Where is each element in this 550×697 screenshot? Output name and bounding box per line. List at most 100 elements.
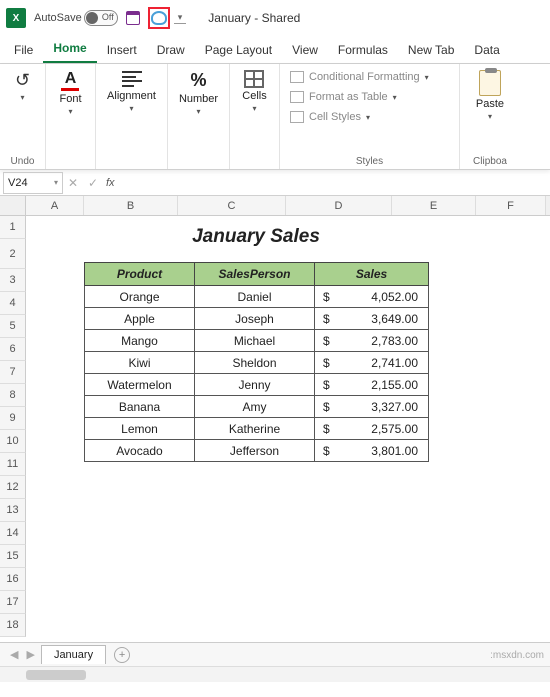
fx-label[interactable]: fx [103,177,115,189]
save-button[interactable] [122,7,144,29]
cell-salesperson[interactable]: Jefferson [195,440,315,462]
cell-product[interactable]: Banana [85,396,195,418]
cell-product[interactable]: Watermelon [85,374,195,396]
cell-salesperson[interactable]: Sheldon [195,352,315,374]
col-header-f[interactable]: F [476,196,546,215]
cell-salesperson[interactable]: Jenny [195,374,315,396]
row-header[interactable]: 14 [0,522,26,545]
row-header[interactable]: 9 [0,407,26,430]
col-header-e[interactable]: E [392,196,476,215]
table-row[interactable]: LemonKatherine2,575.00 [85,418,429,440]
tab-data[interactable]: Data [464,38,509,63]
row-header[interactable]: 12 [0,476,26,499]
cancel-formula-button[interactable]: ✕ [63,176,83,190]
tab-formulas[interactable]: Formulas [328,38,398,63]
cell-salesperson[interactable]: Michael [195,330,315,352]
cell-salesperson[interactable]: Katherine [195,418,315,440]
cell-salesperson[interactable]: Amy [195,396,315,418]
cell-product[interactable]: Orange [85,286,195,308]
row-header[interactable]: 18 [0,614,26,637]
cell-sales[interactable]: 3,801.00 [315,440,429,462]
select-all-corner[interactable] [0,196,26,215]
cell-product[interactable]: Kiwi [85,352,195,374]
col-header-c[interactable]: C [178,196,286,215]
cell-product[interactable]: Apple [85,308,195,330]
sheet-tab-january[interactable]: January [41,645,106,664]
ribbon: ↺▾ Undo AFont▾ Alignment▾ %Number▾ Cells… [0,64,550,170]
cell-product[interactable]: Lemon [85,418,195,440]
tab-draw[interactable]: Draw [147,38,195,63]
col-header-d[interactable]: D [286,196,392,215]
table-row[interactable]: WatermelonJenny2,155.00 [85,374,429,396]
table-row[interactable]: BananaAmy3,327.00 [85,396,429,418]
title-bar: X AutoSave Off ▾ January - Shared [0,0,550,36]
row-header[interactable]: 4 [0,292,26,315]
tab-insert[interactable]: Insert [97,38,147,63]
row-header[interactable]: 8 [0,384,26,407]
cell-salesperson[interactable]: Joseph [195,308,315,330]
cell-sales[interactable]: 4,052.00 [315,286,429,308]
add-sheet-button[interactable]: + [114,647,130,663]
th-sales[interactable]: Sales [315,263,429,286]
th-product[interactable]: Product [85,263,195,286]
horizontal-scrollbar[interactable] [0,666,550,682]
row-header[interactable]: 6 [0,338,26,361]
row-header[interactable]: 2 [0,239,26,269]
column-headers: A B C D E F [0,196,550,216]
cell-sales[interactable]: 2,155.00 [315,374,429,396]
watermark: :msxdn.com [490,650,544,661]
cell-sales[interactable]: 2,575.00 [315,418,429,440]
cell-styles-button[interactable]: Cell Styles▾ [286,108,374,126]
table-row[interactable]: AvocadoJefferson3,801.00 [85,440,429,462]
th-salesperson[interactable]: SalesPerson [195,263,315,286]
sheet-nav-next[interactable]: ▶ [22,648,38,661]
cells-area[interactable]: January Sales Product SalesPerson Sales … [26,216,550,637]
table-row[interactable]: AppleJoseph3,649.00 [85,308,429,330]
row-header[interactable]: 5 [0,315,26,338]
qat-customize-dropdown[interactable]: ▾ [174,12,187,24]
tab-new-tab[interactable]: New Tab [398,38,464,63]
alignment-icon [122,70,142,88]
cell-sales[interactable]: 3,327.00 [315,396,429,418]
conditional-formatting-button[interactable]: Conditional Formatting▾ [286,68,433,86]
row-header[interactable]: 17 [0,591,26,614]
table-row[interactable]: KiwiSheldon2,741.00 [85,352,429,374]
tab-home[interactable]: Home [43,36,96,63]
cell-salesperson[interactable]: Daniel [195,286,315,308]
row-header[interactable]: 7 [0,361,26,384]
onedrive-sync-button[interactable] [148,7,170,29]
format-as-table-button[interactable]: Format as Table▾ [286,88,401,106]
worksheet-area[interactable]: A B C D E F 1 2 3 4 5 6 7 8 9 10 11 12 1… [0,196,550,642]
col-header-b[interactable]: B [84,196,178,215]
row-header[interactable]: 15 [0,545,26,568]
percent-icon: % [190,70,206,91]
col-header-a[interactable]: A [26,196,84,215]
row-header[interactable]: 11 [0,453,26,476]
tab-page-layout[interactable]: Page Layout [195,38,282,63]
number-button[interactable]: %Number▾ [173,68,224,118]
name-box[interactable]: V24▾ [3,172,63,194]
enter-formula-button[interactable]: ✓ [83,176,103,190]
row-header[interactable]: 10 [0,430,26,453]
cell-product[interactable]: Avocado [85,440,195,462]
table-row[interactable]: OrangeDaniel4,052.00 [85,286,429,308]
undo-button[interactable]: ↺▾ [9,68,36,104]
cell-product[interactable]: Mango [85,330,195,352]
cells-button[interactable]: Cells▾ [236,68,272,115]
cell-sales[interactable]: 2,741.00 [315,352,429,374]
row-header[interactable]: 3 [0,269,26,292]
autosave-toggle[interactable]: Off [84,10,118,26]
table-row[interactable]: MangoMichael2,783.00 [85,330,429,352]
alignment-button[interactable]: Alignment▾ [101,68,162,115]
sheet-nav-prev[interactable]: ◀ [6,648,22,661]
row-header[interactable]: 13 [0,499,26,522]
tab-file[interactable]: File [4,38,43,63]
font-button[interactable]: AFont▾ [53,68,87,118]
cell-sales[interactable]: 2,783.00 [315,330,429,352]
row-header[interactable]: 16 [0,568,26,591]
row-header[interactable]: 1 [0,216,26,239]
paste-button[interactable]: Paste▾ [470,68,510,123]
conditional-formatting-icon [290,71,304,83]
tab-view[interactable]: View [282,38,328,63]
cell-sales[interactable]: 3,649.00 [315,308,429,330]
